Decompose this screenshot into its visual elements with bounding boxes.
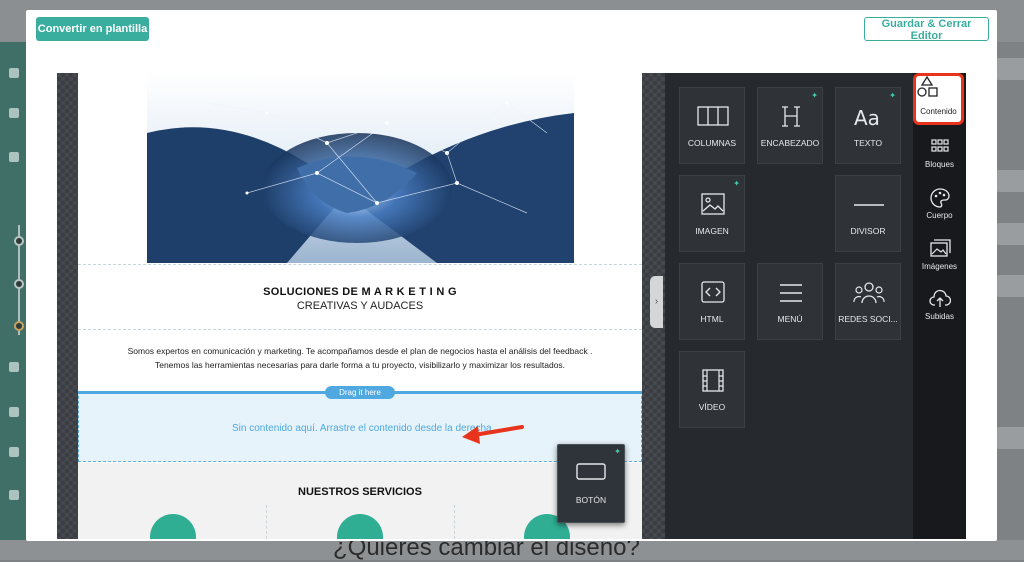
grid-icon [9, 68, 19, 78]
bulb-icon [9, 490, 19, 500]
editor-tab-rail: Contenido Bloques Cuerpo Imágenes Subida… [913, 73, 966, 539]
timeline-dot [14, 236, 24, 246]
drag-hint-pill: Drag it here [325, 386, 395, 399]
tool-social[interactable]: REDES SOCI... [835, 263, 901, 340]
tab-label: Bloques [925, 160, 954, 169]
hero-image [147, 73, 574, 263]
email-body-line2: Tenemos las herramientas necesarias para… [154, 360, 566, 370]
tab-label: Cuerpo [926, 211, 953, 220]
tab-bloques[interactable]: Bloques [913, 130, 966, 176]
background-control [996, 170, 1024, 192]
social-icon [853, 282, 885, 304]
columns-icon [697, 106, 729, 126]
email-body-line1: Somos expertos en comunicación y marketi… [127, 346, 593, 356]
sparkle-icon: ✦ [733, 179, 740, 188]
save-and-close-button[interactable]: Guardar & Cerrar Editor [864, 17, 989, 42]
text-icon: Aa [854, 106, 880, 129]
background-control [996, 427, 1024, 449]
tool-columns[interactable]: COLUMNAS [679, 87, 745, 164]
dragging-tile-label: BOTÓN [575, 495, 607, 505]
timeline-dot [14, 321, 24, 331]
tool-label: HTML [700, 314, 724, 324]
user-icon [9, 108, 19, 118]
html-icon [701, 281, 725, 303]
dragging-button-tile[interactable]: ✦ BOTÓN [557, 444, 625, 523]
tool-label: TEXTO [853, 138, 883, 148]
background-control [996, 275, 1024, 297]
tool-divider[interactable]: DIVISOR [835, 175, 901, 252]
tab-cuerpo[interactable]: Cuerpo [913, 181, 966, 227]
tool-label: COLUMNAS [687, 138, 737, 148]
tab-imagenes[interactable]: Imágenes [913, 232, 966, 278]
background-control [996, 58, 1024, 80]
tool-label: IMAGEN [695, 226, 729, 236]
email-title-line1: SOLUCIONES DE M A R K E T I N G [263, 286, 457, 298]
background-control [996, 223, 1024, 245]
tool-label: DIVISOR [850, 226, 886, 236]
email-title-line2: CREATIVAS Y AUDACES [296, 300, 424, 312]
menu-icon [780, 284, 802, 302]
whatsapp-icon [9, 362, 19, 372]
tab-label: Subidas [925, 312, 954, 321]
tool-html[interactable]: HTML [679, 263, 745, 340]
tab-contenido[interactable]: Contenido [913, 73, 964, 125]
collapse-panel-handle[interactable]: › [650, 276, 663, 328]
section-divider [78, 264, 642, 265]
clock-icon [9, 447, 19, 457]
editor-modal: Convertir en plantilla Guardar & Cerrar … [26, 10, 997, 541]
email-canvas: SOLUCIONES DE M A R K E T I N G CREATIVA… [57, 73, 665, 539]
divider-icon [854, 204, 884, 206]
blocks-icon [931, 139, 949, 152]
video-icon [702, 369, 724, 392]
pointer-arrow-icon [462, 425, 524, 444]
column-divider [266, 505, 267, 539]
heading-icon [782, 106, 800, 127]
palette-icon [930, 188, 950, 208]
mail-icon [9, 407, 19, 417]
section-divider [78, 329, 642, 330]
shapes-icon [917, 75, 938, 97]
tool-label: REDES SOCI... [838, 314, 898, 324]
sparkle-icon: ✦ [614, 447, 621, 456]
tab-subidas[interactable]: Subidas [913, 282, 966, 328]
convert-to-template-button[interactable]: Convertir en plantilla [36, 17, 149, 41]
tool-label: ENCABEZADO [760, 138, 820, 148]
timeline-dot [14, 279, 24, 289]
tool-menu[interactable]: MENÚ [757, 263, 823, 340]
background-sidebar [0, 42, 28, 560]
images-icon [930, 239, 951, 257]
tool-video[interactable]: VÍDEO [679, 351, 745, 428]
tool-label: MENÚ [777, 314, 803, 324]
column-divider [454, 505, 455, 539]
tab-label: Imágenes [921, 262, 958, 271]
svg-text:Aa: Aa [854, 106, 880, 129]
button-icon [576, 463, 606, 480]
drop-placeholder-text: Sin contenido aquí. Arrastre el contenid… [232, 423, 492, 434]
tool-text[interactable]: ✦ Aa TEXTO [835, 87, 901, 164]
content-tools-panel: COLUMNAS ✦ ENCABEZADO ✦ Aa TEXTO ✦ IMAGE… [665, 73, 913, 539]
cloud-upload-icon [929, 289, 951, 307]
tool-heading[interactable]: ✦ ENCABEZADO [757, 87, 823, 164]
image-icon [701, 193, 725, 215]
sparkle-icon: ✦ [811, 91, 818, 100]
tab-label: Contenido [920, 107, 957, 116]
sparkle-icon: ✦ [889, 91, 896, 100]
attachment-icon [9, 152, 19, 162]
tool-label: VÍDEO [698, 402, 726, 412]
tool-image[interactable]: ✦ IMAGEN [679, 175, 745, 252]
